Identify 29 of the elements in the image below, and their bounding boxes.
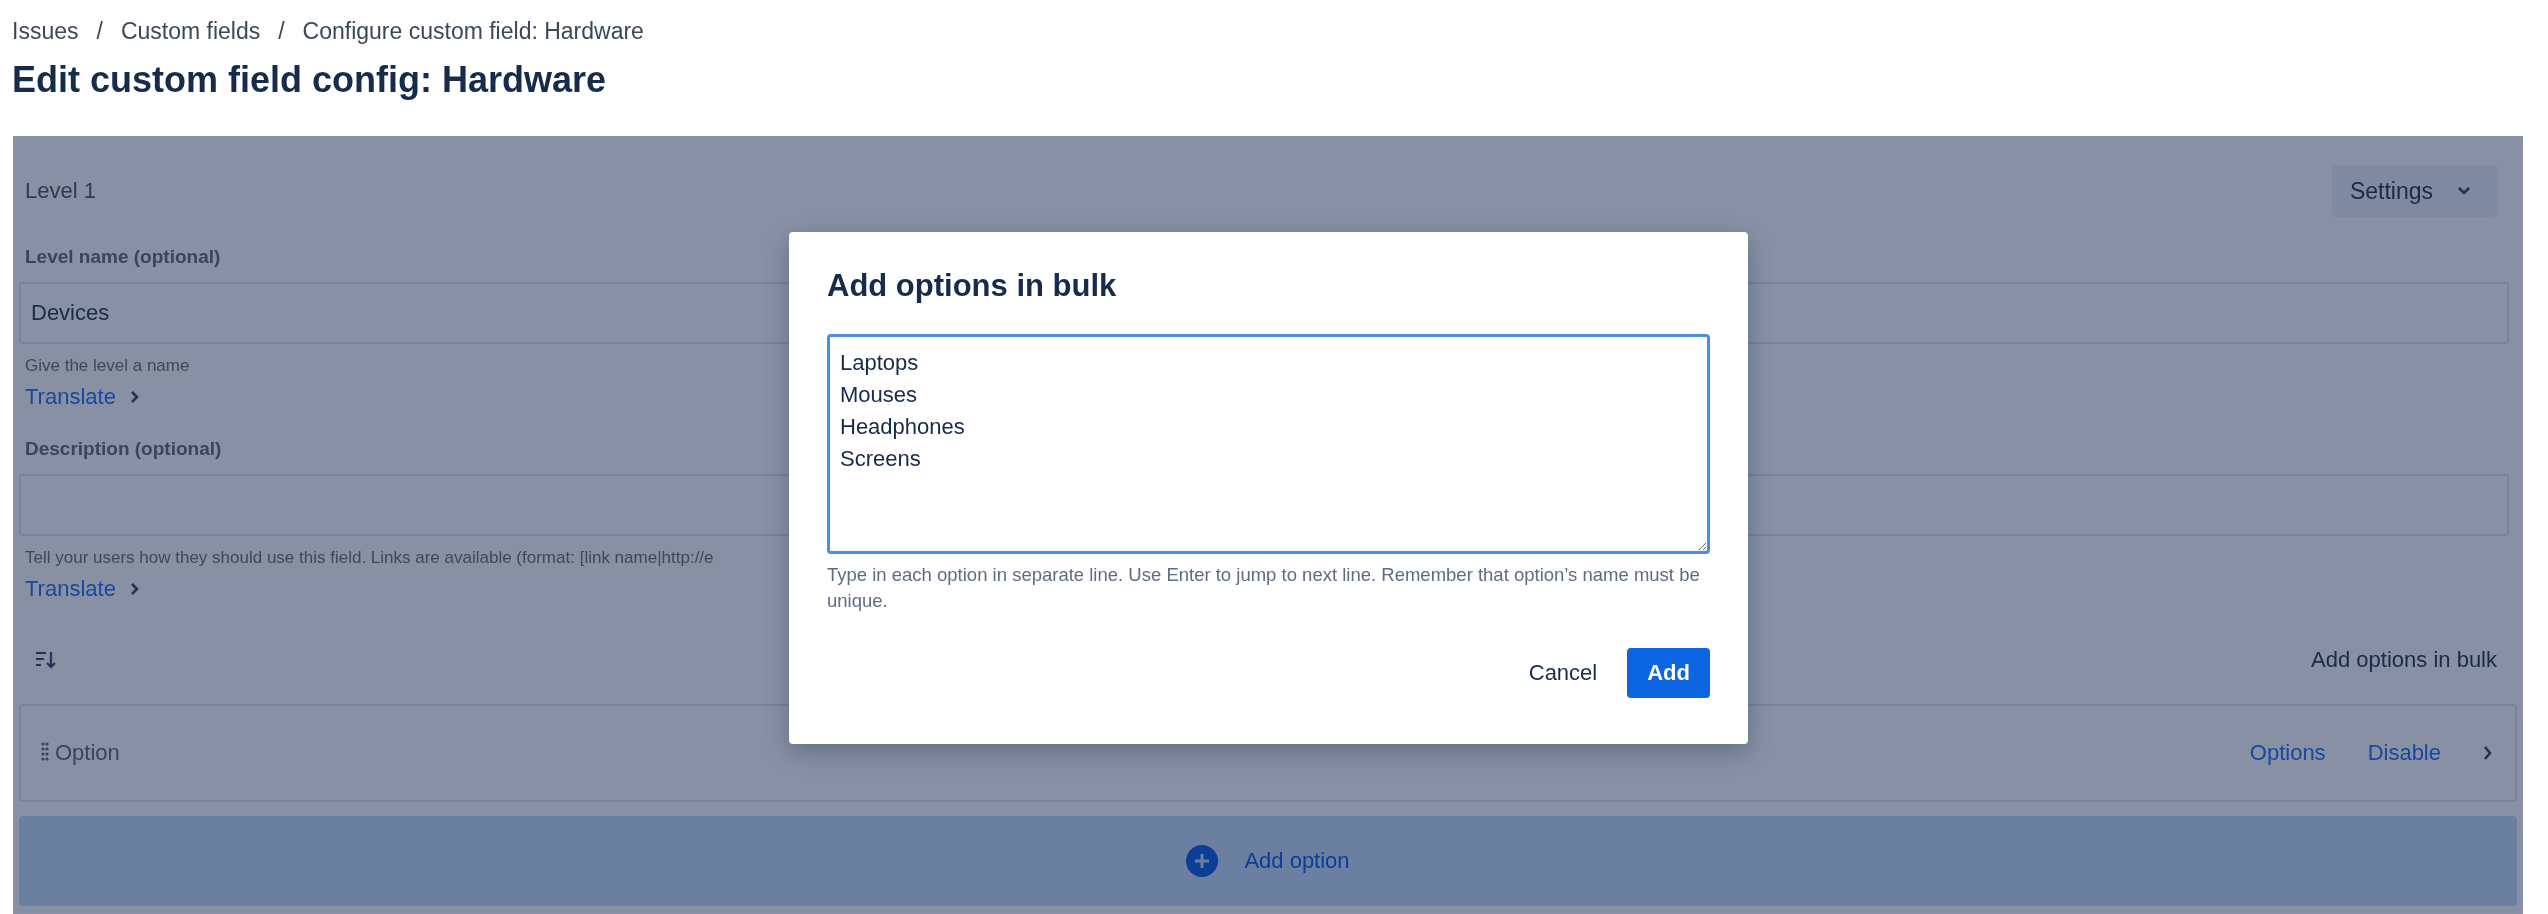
chevron-down-icon [2457, 186, 2471, 196]
breadcrumb-link[interactable]: Custom fields [120, 17, 261, 45]
translate-link[interactable]: Translate [25, 576, 140, 602]
bulk-add-link[interactable]: Add options in bulk [2311, 647, 2497, 673]
breadcrumb-separator: / [96, 17, 103, 45]
chevron-right-icon[interactable] [2483, 745, 2493, 761]
option-label: Option [55, 740, 120, 766]
translate-link[interactable]: Translate [25, 384, 140, 410]
field-label: Level name (optional) [25, 246, 221, 268]
breadcrumb-link[interactable]: Issues [12, 17, 79, 45]
breadcrumb-separator: / [278, 17, 285, 45]
option-action-link[interactable]: Disable [2367, 740, 2441, 766]
sort-icon[interactable] [35, 650, 57, 670]
chevron-right-icon [129, 390, 140, 404]
add-option-button[interactable]: Add option [19, 816, 2517, 906]
chevron-right-icon [129, 582, 140, 596]
plus-circle-icon [1186, 845, 1219, 877]
level-heading: Level 1 [25, 178, 96, 204]
dialog-title: Add options in bulk [827, 268, 1118, 304]
field-label: Description (optional) [25, 438, 222, 460]
helper-text: Give the level a name [25, 356, 190, 376]
option-action-link[interactable]: Options [2249, 740, 2326, 766]
page-title: Edit custom field config: Hardware [12, 58, 608, 102]
add-button[interactable]: Add [1627, 648, 1710, 698]
helper-text: Tell your users how they should use this field. Links are available (format: [link name|http://e [25, 548, 714, 568]
settings-button[interactable]: Settings [2331, 165, 2497, 217]
bulk-options-field[interactable]: Laptops Mouses Headphones Screens [827, 334, 1710, 554]
helper-text: Type in each option in separate line. Use Enter to jump to next line. Remember that option’s name must be unique. [827, 563, 1701, 613]
breadcrumb-link[interactable]: Configure custom field: Hardware [302, 17, 644, 45]
